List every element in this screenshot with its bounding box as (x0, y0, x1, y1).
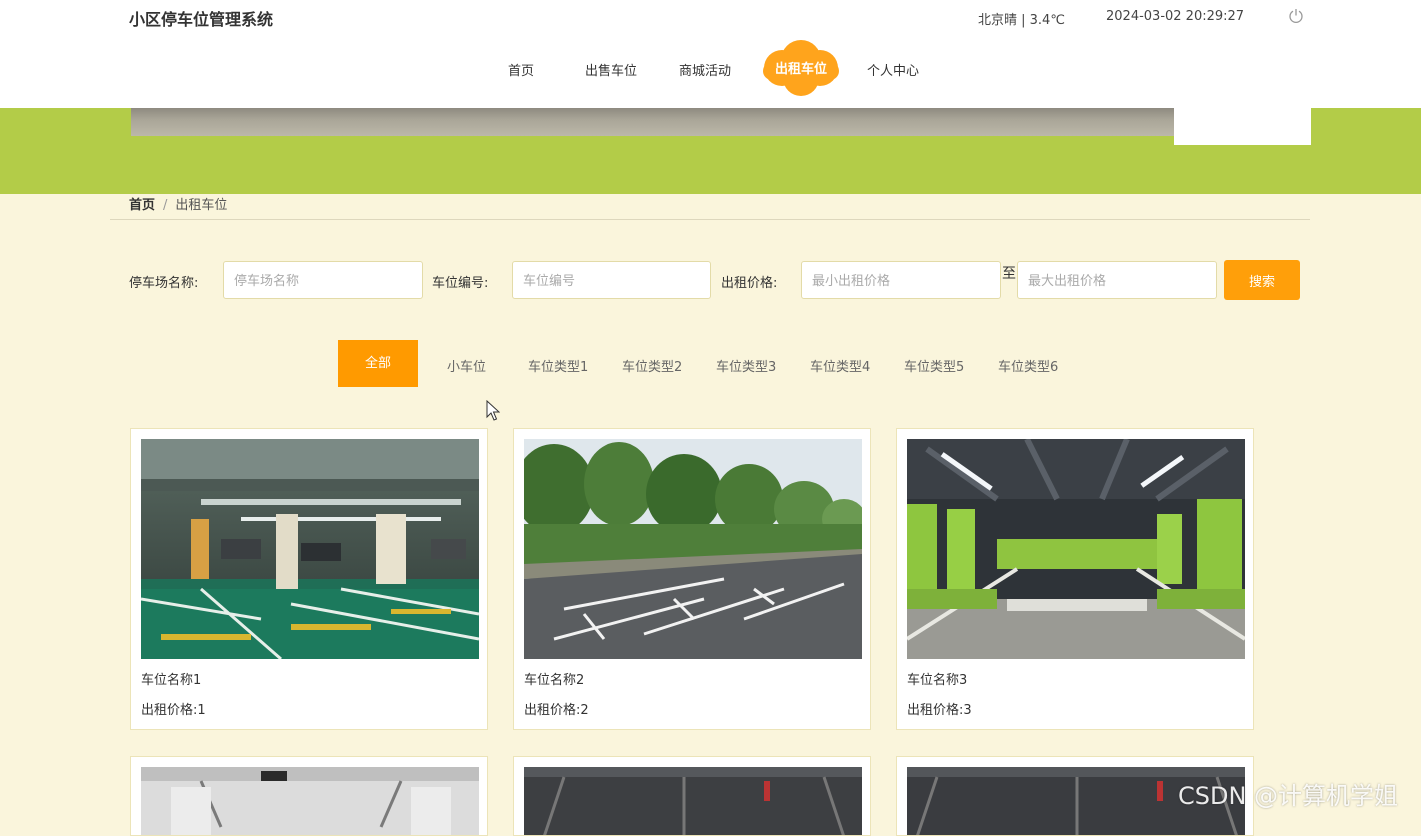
banner-panel (1174, 108, 1311, 145)
nav-profile[interactable]: 个人中心 (867, 60, 919, 79)
power-icon[interactable] (1288, 8, 1304, 24)
breadcrumb-separator: / (163, 198, 168, 213)
category-type4[interactable]: 车位类型4 (810, 356, 870, 375)
search-button[interactable]: 搜索 (1224, 260, 1300, 300)
weather-info: 北京晴 | 3.4℃ (978, 13, 1065, 28)
range-separator: 至 (1002, 266, 1016, 282)
site-title: 小区停车位管理系统 (129, 10, 274, 29)
banner-image (131, 108, 1174, 136)
parking-card[interactable] (130, 756, 488, 836)
header: 小区停车位管理系统 北京晴 | 3.4℃ 2024-03-02 20:29:27… (0, 0, 1421, 108)
rent-price-label: 出租价格: (721, 276, 778, 291)
nav-rent-label: 出租车位 (774, 62, 827, 77)
parking-image (907, 439, 1245, 659)
category-type2[interactable]: 车位类型2 (622, 356, 682, 375)
parking-image (141, 439, 479, 659)
parking-card[interactable] (513, 756, 871, 836)
nav-mall-activity[interactable]: 商城活动 (679, 60, 731, 79)
min-price-input[interactable] (801, 261, 1001, 299)
nav-sell-parking[interactable]: 出售车位 (585, 60, 637, 79)
category-small[interactable]: 小车位 (447, 356, 486, 375)
category-type3[interactable]: 车位类型3 (716, 356, 776, 375)
parking-name: 车位名称2 (524, 673, 585, 688)
csdn-watermark: CSDN @计算机学姐 (1178, 782, 1399, 810)
space-number-label: 车位编号: (432, 276, 489, 291)
parking-card[interactable]: 车位名称3 出租价格:3 (896, 428, 1254, 730)
category-type1[interactable]: 车位类型1 (528, 356, 588, 375)
datetime: 2024-03-02 20:29:27 (1106, 9, 1245, 24)
parking-card[interactable]: 车位名称1 出租价格:1 (130, 428, 488, 730)
parking-card[interactable]: 车位名称2 出租价格:2 (513, 428, 871, 730)
breadcrumb: 首页 / 出租车位 (129, 194, 227, 213)
parking-price: 出租价格:3 (907, 703, 972, 718)
banner (0, 108, 1421, 194)
category-type5[interactable]: 车位类型5 (904, 356, 964, 375)
space-number-input[interactable] (512, 261, 711, 299)
parking-price: 出租价格:1 (141, 703, 206, 718)
breadcrumb-home[interactable]: 首页 (129, 198, 155, 213)
breadcrumb-current: 出租车位 (175, 198, 228, 213)
parking-name: 车位名称1 (141, 673, 202, 688)
max-price-input[interactable] (1017, 261, 1217, 299)
parking-price: 出租价格:2 (524, 703, 589, 718)
parking-lot-input[interactable] (223, 261, 423, 299)
parking-name: 车位名称3 (907, 673, 968, 688)
mouse-cursor-icon (486, 400, 500, 421)
parking-image (524, 439, 862, 659)
parking-lot-label: 停车场名称: (129, 276, 199, 291)
nav-rent-parking[interactable]: 出租车位 (762, 38, 840, 96)
parking-image (141, 767, 479, 835)
main-nav: 首页 出售车位 商城活动 个人中心 (0, 40, 1421, 96)
nav-home[interactable]: 首页 (508, 60, 534, 79)
category-type6[interactable]: 车位类型6 (998, 356, 1058, 375)
divider (110, 219, 1310, 220)
category-all[interactable]: 全部 (338, 340, 418, 387)
parking-image (524, 767, 862, 835)
